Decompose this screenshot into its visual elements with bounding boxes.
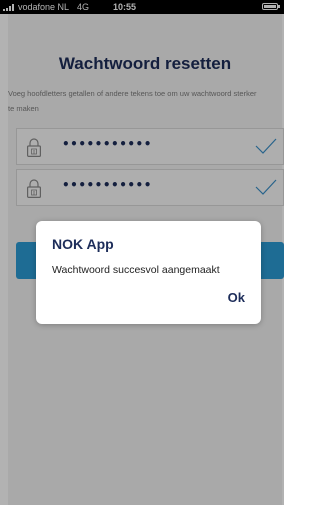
dialog-title: NOK App xyxy=(52,236,114,252)
ok-button[interactable]: Ok xyxy=(228,290,245,305)
alert-dialog: NOK App Wachtwoord succesvol aangemaakt … xyxy=(36,221,261,324)
dialog-message: Wachtwoord succesvol aangemaakt xyxy=(52,264,220,276)
